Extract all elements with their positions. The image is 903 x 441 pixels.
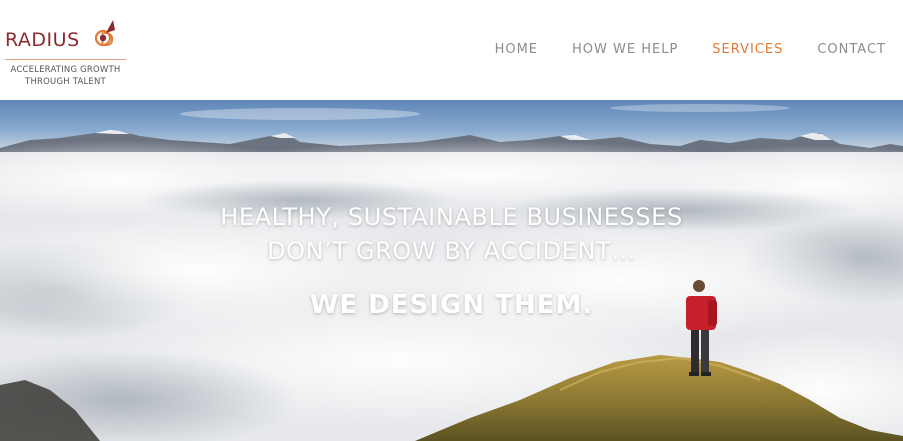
nav-contact[interactable]: CONTACT <box>817 42 886 57</box>
logo-target-icon <box>94 20 115 47</box>
site-header: RADIUS D ACCELERATING GROWTH THROUGH TALE… <box>0 0 903 100</box>
nav-home[interactable]: HOME <box>495 42 538 57</box>
logo-tagline: ACCELERATING GROWTH THROUGH TALENT <box>10 65 121 87</box>
hero-subheadline: WE DESIGN THEM. <box>309 290 594 320</box>
nav-how-we-help[interactable]: HOW WE HELP <box>572 42 678 57</box>
hero-text: HEALTHY, SUSTAINABLE BUSINESSES DON’T GR… <box>0 200 903 320</box>
nav-services[interactable]: SERVICES <box>712 42 783 57</box>
logo-divider <box>5 59 126 60</box>
hero-headline-line2: DON’T GROW BY ACCIDENT… <box>267 237 636 265</box>
hero-headline-line1: HEALTHY, SUSTAINABLE BUSINESSES <box>220 203 683 231</box>
logo[interactable]: RADIUS D ACCELERATING GROWTH THROUGH TALE… <box>5 16 130 90</box>
hero-banner: HEALTHY, SUSTAINABLE BUSINESSES DON’T GR… <box>0 100 903 441</box>
main-nav: HOME HOW WE HELP SERVICES CONTACT <box>495 42 886 57</box>
